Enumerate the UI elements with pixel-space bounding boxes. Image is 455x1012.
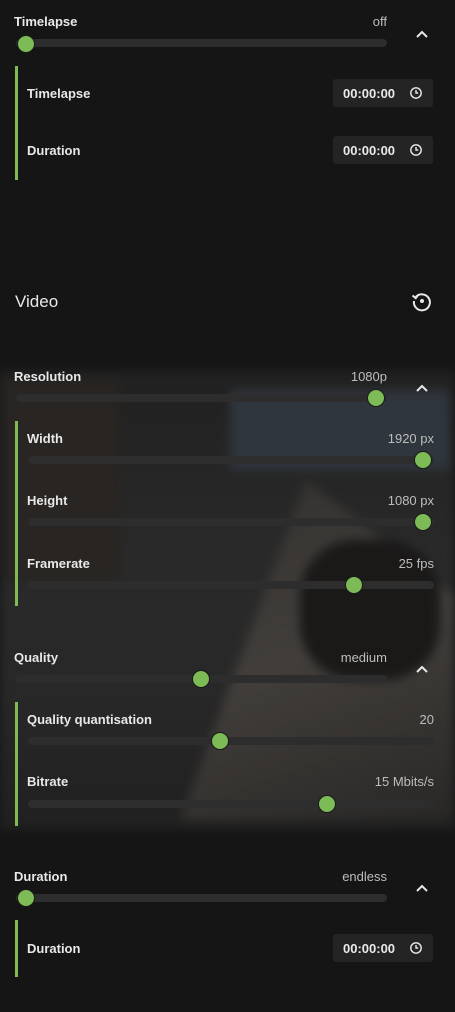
duration-label: Duration	[14, 869, 68, 884]
timelapse-duration-label: Duration	[27, 143, 81, 158]
duration-slider-thumb[interactable]	[17, 889, 35, 907]
duration-group-bar	[15, 920, 18, 977]
height-slider-thumb[interactable]	[414, 513, 432, 531]
timelapse-label: Timelapse	[14, 14, 78, 29]
chevron-up-icon[interactable]	[412, 378, 432, 398]
resolution-value: 1080p	[350, 369, 387, 384]
duration-sub-label: Duration	[27, 941, 81, 956]
duration-value: endless	[342, 869, 387, 884]
timelapse-group-bar	[15, 66, 18, 180]
chevron-up-icon[interactable]	[412, 659, 432, 679]
timelapse-interval-time: 00:00:00	[343, 86, 396, 101]
bitrate-slider-track[interactable]	[28, 800, 434, 808]
framerate-slider-thumb[interactable]	[345, 576, 363, 594]
timelapse-duration-time: 00:00:00	[343, 143, 396, 158]
chevron-up-icon[interactable]	[412, 24, 432, 44]
width-slider-track[interactable]	[28, 456, 434, 464]
height-label: Height	[27, 493, 68, 508]
quality-quantisation-slider-track[interactable]	[28, 737, 434, 745]
duration-time-field[interactable]: 00:00:00	[333, 934, 433, 962]
quality-value: medium	[340, 650, 387, 665]
height-value: 1080 px	[387, 493, 434, 508]
timelapse-slider-thumb[interactable]	[17, 35, 35, 53]
quality-label: Quality	[14, 650, 59, 665]
framerate-slider-track[interactable]	[28, 581, 434, 589]
framerate-label: Framerate	[27, 556, 90, 571]
height-slider-track[interactable]	[28, 518, 434, 526]
resolution-slider-track[interactable]	[16, 394, 387, 402]
camera-settings-page: Timelapse off Timelapse 00:00:00 Duratio…	[0, 0, 455, 1012]
width-value: 1920 px	[387, 431, 434, 446]
quality-quantisation-label: Quality quantisation	[27, 712, 152, 727]
timelapse-value: off	[372, 14, 387, 29]
clock-icon	[410, 942, 422, 954]
resolution-slider-thumb[interactable]	[367, 389, 385, 407]
quality-quantisation-slider-thumb[interactable]	[211, 732, 229, 750]
duration-time: 00:00:00	[343, 941, 396, 956]
quality-quantisation-value: 20	[419, 712, 434, 727]
timelapse-interval-label: Timelapse	[27, 86, 91, 101]
timelapse-interval-field[interactable]: 00:00:00	[333, 79, 433, 107]
width-label: Width	[27, 431, 63, 446]
timelapse-duration-field[interactable]: 00:00:00	[333, 136, 433, 164]
clock-icon	[410, 144, 422, 156]
chevron-up-icon[interactable]	[412, 878, 432, 898]
bitrate-slider-thumb[interactable]	[318, 795, 336, 813]
bitrate-label: Bitrate	[27, 774, 69, 789]
framerate-value: 25 fps	[398, 556, 434, 571]
timelapse-slider-track[interactable]	[16, 39, 387, 47]
quality-slider-thumb[interactable]	[192, 670, 210, 688]
duration-slider-track[interactable]	[16, 894, 387, 902]
quality-group-bar	[15, 702, 18, 826]
video-section-title: Video	[15, 292, 59, 311]
resolution-group-bar	[15, 421, 18, 606]
resolution-label: Resolution	[14, 369, 82, 384]
bitrate-value: 15 Mbits/s	[374, 774, 434, 789]
reset-icon[interactable]	[410, 289, 434, 313]
width-slider-thumb[interactable]	[414, 451, 432, 469]
clock-icon	[410, 87, 422, 99]
